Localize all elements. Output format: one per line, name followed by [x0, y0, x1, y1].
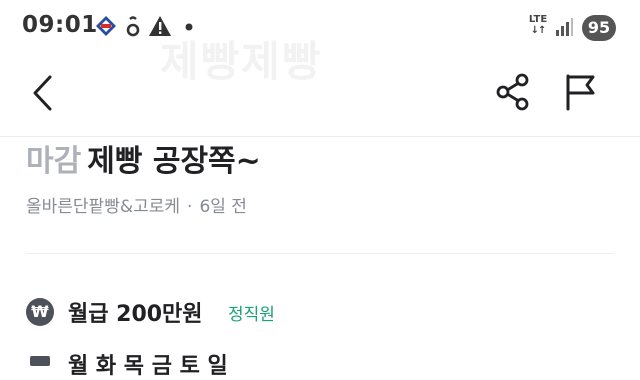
- back-chevron-icon[interactable]: [30, 74, 56, 112]
- meta-separator: ·: [187, 197, 193, 217]
- post-title-text: 제빵 공장쪽~: [87, 144, 261, 179]
- app-bar: [0, 56, 640, 136]
- signal-icon: [556, 18, 573, 36]
- network-label: LTE: [528, 14, 548, 25]
- store-name-link[interactable]: 올바른단팥빵&고로케: [26, 197, 180, 217]
- salary-text: 월급 200만원: [68, 302, 203, 327]
- calendar-icon: [30, 356, 50, 366]
- battery-indicator: 95: [582, 15, 616, 41]
- workdays-text: 월 화 목 금 토 일: [68, 354, 228, 379]
- workdays-row: 월 화 목 금 토 일: [26, 348, 326, 379]
- carrier-app-icon: [96, 16, 116, 36]
- data-arrows-icon: ↓↑: [530, 25, 547, 36]
- posted-time: 6일 전: [199, 197, 247, 217]
- share-icon[interactable]: [494, 72, 532, 112]
- notification-icon: [126, 16, 140, 37]
- won-icon: ₩: [26, 298, 54, 326]
- post-meta: 올바른단팥빵&고로케 · 6일 전: [26, 192, 247, 217]
- status-time: 09:01: [22, 12, 98, 38]
- post-title: 마감 제빵 공장쪽~: [26, 136, 261, 180]
- flag-icon[interactable]: [562, 72, 598, 112]
- employment-type-label: 정직원: [228, 305, 275, 325]
- network-type: LTE ↓↑: [527, 14, 549, 36]
- section-divider: [26, 253, 614, 254]
- post-status-badge: 마감: [26, 144, 82, 179]
- salary-row: ₩ 월급 200만원 정직원: [26, 296, 616, 330]
